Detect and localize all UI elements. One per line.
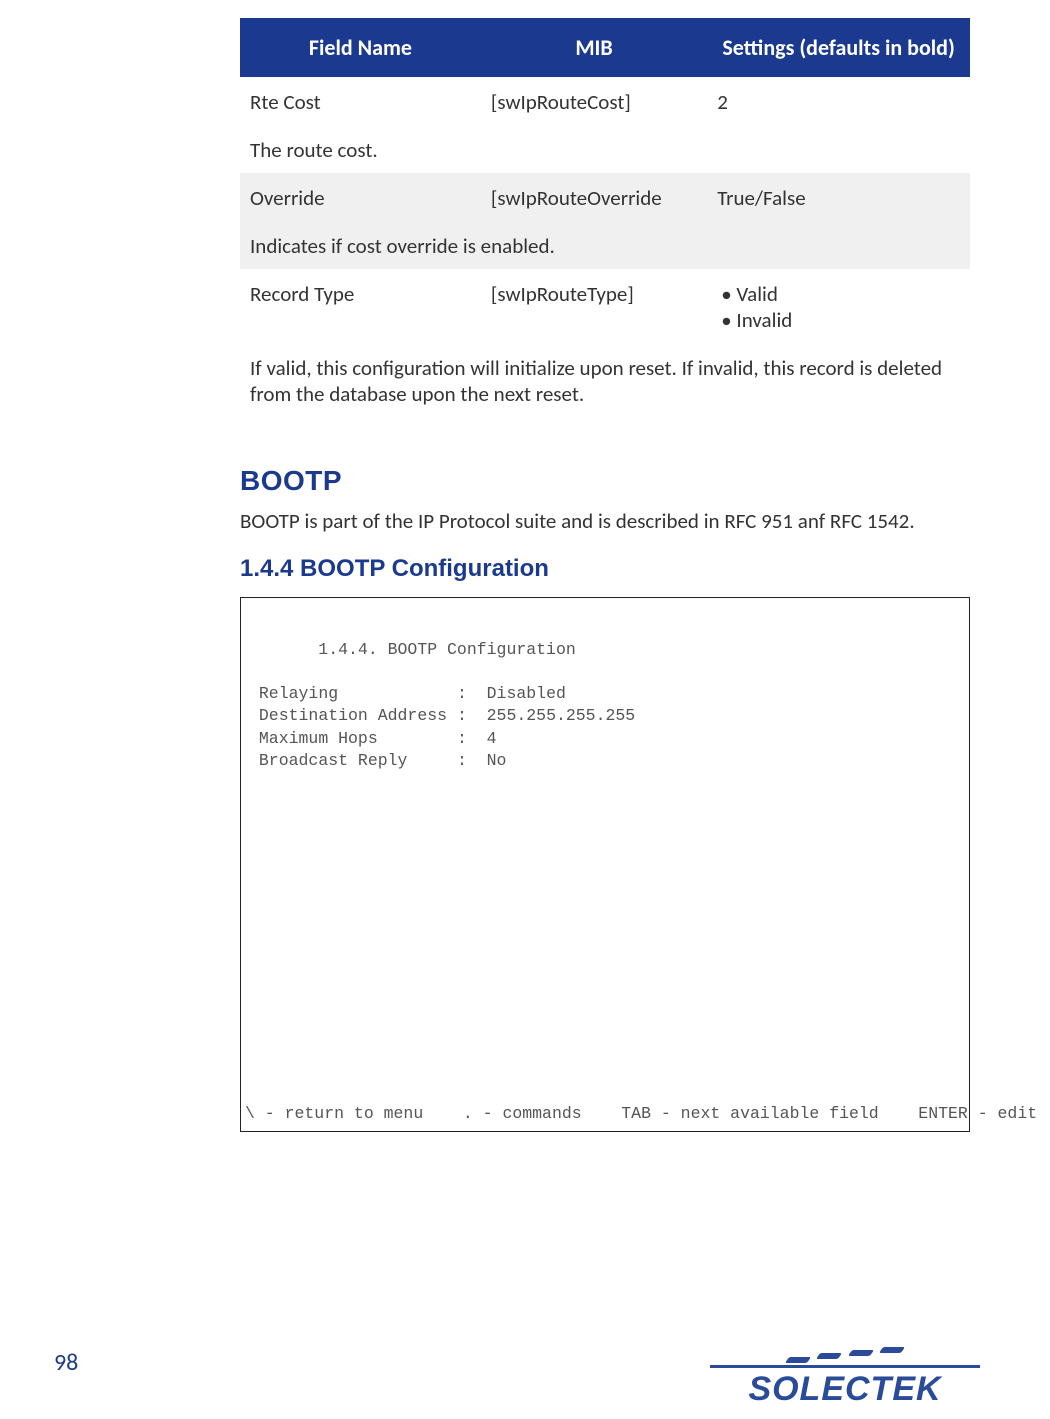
logo-bars-icon xyxy=(783,1347,908,1363)
cell-desc: If valid, this configuration will initia… xyxy=(240,343,970,417)
terminal-row-label: Maximum Hops : xyxy=(259,729,467,748)
cell-field: Rte Cost xyxy=(240,77,481,125)
cell-setting: True/False xyxy=(707,173,970,221)
cell-desc: The route cost. xyxy=(240,125,970,173)
terminal-row-label: Relaying : xyxy=(259,684,467,703)
terminal-footer: \ - return to menu . - commands TAB - ne… xyxy=(245,1103,961,1125)
cell-field: Record Type xyxy=(240,269,481,343)
terminal-row-value: Disabled xyxy=(487,684,566,703)
section-heading-bootp: BOOTP xyxy=(240,465,970,497)
table-row-desc: The route cost. xyxy=(240,125,970,173)
cell-mib: [swIpRouteOverride xyxy=(481,173,707,221)
col-field-name: Field Name xyxy=(240,18,481,77)
table-row: Record Type [swIpRouteType] Valid Invali… xyxy=(240,269,970,343)
cell-mib: [swIpRouteType] xyxy=(481,269,707,343)
terminal-row-label: Broadcast Reply : xyxy=(259,751,467,770)
table-row: Override [swIpRouteOverride True/False xyxy=(240,173,970,221)
cell-desc: Indicates if cost override is enabled. xyxy=(240,221,970,269)
logo-text: SOLECTEK xyxy=(710,1365,980,1409)
terminal-title: 1.4.4. BOOTP Configuration xyxy=(249,640,576,659)
page-number: 98 xyxy=(54,1348,78,1377)
terminal-row-value: 255.255.255.255 xyxy=(487,706,636,725)
solectek-logo: SOLECTEK xyxy=(710,1347,980,1407)
setting-value: Invalid xyxy=(721,307,960,333)
field-table: Field Name MIB Settings (defaults in bol… xyxy=(240,18,970,417)
cell-setting: 2 xyxy=(707,77,970,125)
table-header-row: Field Name MIB Settings (defaults in bol… xyxy=(240,18,970,77)
setting-value: Valid xyxy=(721,281,960,307)
table-row-desc: If valid, this configuration will initia… xyxy=(240,343,970,417)
terminal-row-value: No xyxy=(487,751,507,770)
terminal-row-value: 4 xyxy=(487,729,497,748)
cell-setting-list: Valid Invalid xyxy=(707,269,970,343)
cell-mib: [swIpRouteCost] xyxy=(481,77,707,125)
subsection-heading-bootp-config: 1.4.4 BOOTP Configuration xyxy=(240,555,970,583)
col-mib: MIB xyxy=(481,18,707,77)
terminal-screen: 1.4.4. BOOTP Configuration Relaying : Di… xyxy=(240,597,970,1132)
col-settings: Settings (defaults in bold) xyxy=(707,18,970,77)
section-body-bootp: BOOTP is part of the IP Protocol suite a… xyxy=(240,507,970,535)
cell-field: Override xyxy=(240,173,481,221)
terminal-row-label: Destination Address : xyxy=(259,706,467,725)
table-row: Rte Cost [swIpRouteCost] 2 xyxy=(240,77,970,125)
table-row-desc: Indicates if cost override is enabled. xyxy=(240,221,970,269)
